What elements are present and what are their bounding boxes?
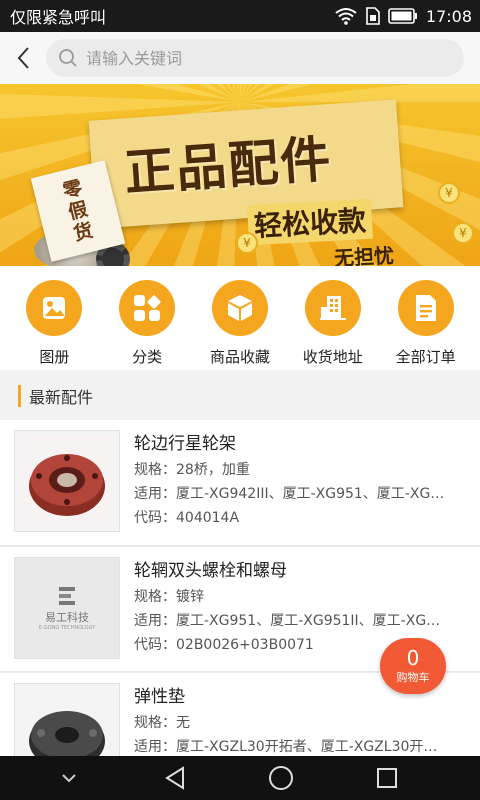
product-name: 轮辋双头螺栓和螺母 bbox=[134, 561, 287, 581]
status-bar: 仅限紧急呼叫 17:08 bbox=[0, 0, 480, 32]
system-nav-bar bbox=[0, 756, 480, 800]
nav-label: 商品收藏 bbox=[209, 348, 270, 366]
system-home-button[interactable] bbox=[261, 758, 301, 798]
nav-item-album[interactable]: 图册 bbox=[12, 266, 96, 370]
coin-icon: ¥ bbox=[438, 182, 460, 204]
carrier-text: 仅限紧急呼叫 bbox=[10, 8, 107, 27]
chevron-left-icon bbox=[17, 47, 29, 69]
product-spec: 规格：无 bbox=[134, 715, 190, 731]
chevron-down-icon bbox=[62, 774, 76, 783]
product-applies: 适用：厦工-XG951、厦工-XG951II、厦工-XG… bbox=[134, 613, 441, 629]
promo-banner[interactable]: 零 假 货 正品配件 轻松收款 无担忧 ¥ ¥ ¥ ¥ bbox=[0, 84, 480, 266]
nav-item-address[interactable]: 收货地址 bbox=[291, 266, 375, 370]
stamp-char: 货 bbox=[71, 219, 96, 246]
home-circle-icon bbox=[269, 766, 293, 790]
brand-logo: 易工科技 E-GONG TECHNOLOGY bbox=[38, 585, 96, 631]
nav-item-favorites[interactable]: 商品收藏 bbox=[198, 266, 282, 370]
status-icons: 17:08 bbox=[334, 7, 472, 26]
battery-icon bbox=[388, 8, 417, 24]
brand-logo-text: 易工科技 bbox=[45, 611, 89, 624]
product-item[interactable]: 轮边行星轮架 规格：28桥，加重 适用：厦工-XG942III、厦工-XG951… bbox=[0, 420, 480, 546]
brand-logo-mark bbox=[59, 587, 75, 605]
clock: 17:08 bbox=[425, 6, 472, 26]
product-list[interactable]: 轮边行星轮架 规格：28桥，加重 适用：厦工-XG942III、厦工-XG951… bbox=[0, 420, 480, 756]
product-thumbnail bbox=[14, 683, 120, 756]
nav-label: 图册 bbox=[39, 348, 70, 366]
back-triangle-icon bbox=[165, 766, 184, 790]
nav-icon-circle bbox=[26, 280, 83, 336]
brand-logo-subtext: E-GONG TECHNOLOGY bbox=[38, 625, 96, 631]
header bbox=[0, 32, 480, 84]
cart-label: 购物车 bbox=[396, 671, 430, 684]
cube-box-icon bbox=[227, 295, 252, 321]
building-icon bbox=[319, 296, 346, 320]
system-recents-button[interactable] bbox=[367, 758, 407, 798]
nav-icon-circle bbox=[119, 280, 176, 336]
coin-icon: ¥ bbox=[236, 232, 258, 254]
banner-tagline: 无担忧 bbox=[333, 243, 395, 266]
hide-nav-button[interactable] bbox=[49, 758, 89, 798]
nav-item-orders[interactable]: 全部订单 bbox=[384, 266, 468, 370]
back-button[interactable] bbox=[0, 32, 46, 84]
document-icon bbox=[415, 295, 436, 321]
system-back-button[interactable] bbox=[155, 758, 195, 798]
product-info: 轮边行星轮架 规格：28桥，加重 适用：厦工-XG942III、厦工-XG951… bbox=[134, 430, 466, 535]
nav-item-category[interactable]: 分类 bbox=[105, 266, 189, 370]
image-icon bbox=[43, 297, 66, 319]
coin-icon: ¥ bbox=[452, 222, 474, 244]
product-spec: 规格：镀锌 bbox=[134, 589, 204, 605]
quick-nav: 图册 分类 商品收藏 收货地址 全部订单 bbox=[0, 266, 480, 370]
banner-subtitle: 轻松收款 bbox=[247, 198, 373, 246]
product-code: 代码：404014A bbox=[134, 510, 240, 526]
product-thumbnail: 易工科技 E-GONG TECHNOLOGY bbox=[14, 557, 120, 659]
section-header: 最新配件 bbox=[0, 378, 480, 414]
search-bar[interactable] bbox=[46, 39, 464, 77]
nav-label: 收货地址 bbox=[302, 348, 363, 366]
product-applies: 适用：厦工-XG942III、厦工-XG951、厦工-XG… bbox=[134, 486, 445, 502]
search-icon bbox=[59, 49, 77, 67]
planetary-carrier-image bbox=[19, 436, 115, 526]
cart-button[interactable]: 0 购物车 bbox=[380, 638, 446, 694]
product-applies: 适用：厦工-XGZL30开拓者、厦工-XGZL30开… bbox=[134, 739, 438, 755]
nav-icon-circle bbox=[304, 280, 361, 336]
section-accent-bar bbox=[18, 385, 21, 407]
banner-title: 正品配件 bbox=[122, 129, 335, 203]
cart-count: 0 bbox=[406, 646, 420, 670]
nav-icon-circle bbox=[397, 280, 454, 336]
section-title: 最新配件 bbox=[29, 388, 94, 407]
product-thumbnail bbox=[14, 430, 120, 532]
search-input[interactable] bbox=[86, 48, 426, 68]
category-grid-icon bbox=[134, 295, 161, 321]
nav-label: 全部订单 bbox=[395, 348, 456, 366]
nav-label: 分类 bbox=[132, 348, 163, 366]
elastic-pad-image bbox=[19, 689, 115, 756]
wifi-icon bbox=[335, 8, 357, 25]
nav-icon-circle bbox=[211, 280, 268, 336]
recents-square-icon bbox=[377, 768, 397, 788]
sim-icon bbox=[366, 7, 380, 25]
product-spec: 规格：28桥，加重 bbox=[134, 462, 250, 478]
product-name: 轮边行星轮架 bbox=[134, 434, 236, 454]
